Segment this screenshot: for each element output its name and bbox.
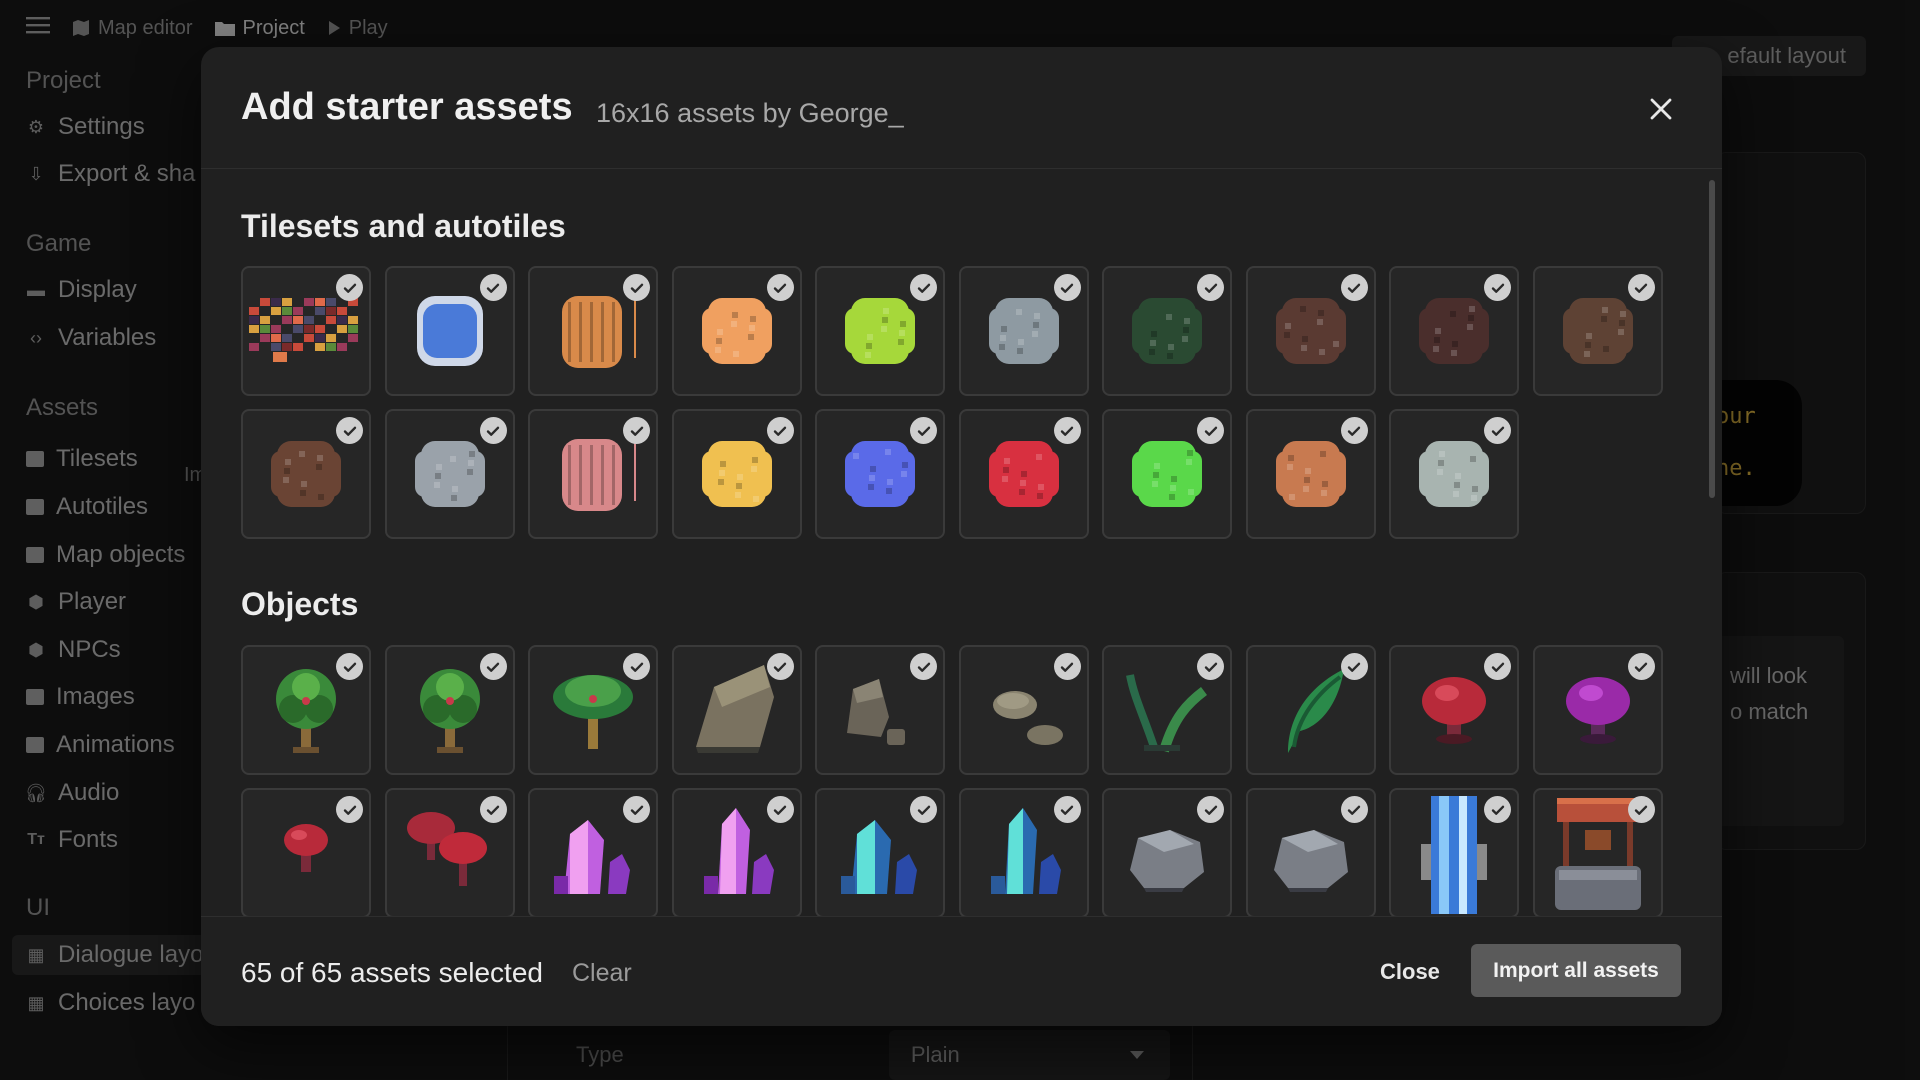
tileset-sand-orange[interactable]	[671, 266, 802, 396]
checkmark-icon	[623, 274, 650, 301]
objects-heading: Objects	[241, 586, 359, 622]
checkmark-icon	[1627, 796, 1655, 823]
object-crystal-pink-2[interactable]	[671, 788, 802, 916]
checkmark-icon	[1484, 653, 1511, 680]
object-waterfall[interactable]	[1389, 788, 1519, 916]
tileset-cobble-orange[interactable]	[1245, 409, 1376, 539]
checkmark-icon	[1340, 417, 1368, 444]
checkmark-icon	[336, 653, 363, 680]
checkmark-icon	[1340, 796, 1368, 823]
tileset-grass-dark[interactable]	[1102, 266, 1232, 396]
tileset-stone-grey[interactable]	[958, 266, 1089, 396]
close-button[interactable]: Close	[1380, 959, 1440, 985]
tileset-pink-fence[interactable]	[528, 409, 658, 539]
object-crystal-teal-2[interactable]	[958, 788, 1089, 916]
object-plant-leaf[interactable]	[1245, 645, 1376, 775]
object-mushroom-red[interactable]	[1389, 645, 1519, 775]
tileset-tileset-sheet[interactable]	[241, 266, 371, 396]
scrollbar[interactable]	[1709, 180, 1715, 498]
object-palm-tree-1[interactable]	[241, 645, 371, 775]
clear-button[interactable]: Clear	[572, 959, 632, 988]
checkmark-icon	[766, 796, 794, 823]
tileset-grid	[241, 266, 1663, 539]
object-mushroom-small-red[interactable]	[241, 788, 371, 916]
object-boulder-grey-1[interactable]	[1102, 788, 1232, 916]
tileset-lava-red[interactable]	[958, 409, 1089, 539]
object-grid	[241, 645, 1663, 916]
tileset-water[interactable]	[384, 266, 515, 396]
checkmark-icon	[910, 653, 937, 680]
object-mushroom-pair-red[interactable]	[384, 788, 515, 916]
tileset-water-blue[interactable]	[815, 409, 945, 539]
checkmark-icon	[1053, 796, 1081, 823]
checkmark-icon	[766, 274, 794, 301]
object-boulder-grey-2[interactable]	[1245, 788, 1376, 916]
checkmark-icon	[1053, 653, 1081, 680]
checkmark-icon	[623, 796, 650, 823]
object-well[interactable]	[1532, 788, 1663, 916]
checkmark-icon	[1340, 653, 1368, 680]
object-crystal-teal-1[interactable]	[815, 788, 945, 916]
checkmark-icon	[1197, 653, 1224, 680]
tileset-soil-brown[interactable]	[241, 409, 371, 539]
checkmark-icon	[623, 653, 650, 680]
object-palm-tree-2[interactable]	[384, 645, 515, 775]
checkmark-icon	[1197, 796, 1224, 823]
checkmark-icon	[1053, 417, 1081, 444]
add-starter-assets-dialog: Add starter assets 16x16 assets by Georg…	[201, 47, 1722, 1026]
checkmark-icon	[623, 417, 650, 444]
checkmark-icon	[766, 417, 794, 444]
checkmark-icon	[1484, 796, 1511, 823]
close-icon[interactable]	[1641, 89, 1681, 129]
checkmark-icon	[336, 417, 363, 444]
dialog-subtitle: 16x16 assets by George_	[596, 98, 904, 128]
tileset-gravel-grey[interactable]	[384, 409, 515, 539]
tileset-wood-fence[interactable]	[528, 266, 658, 396]
dialog-title: Add starter assets	[241, 86, 573, 128]
object-palm-tree-3[interactable]	[528, 645, 658, 775]
dialog-body[interactable]: Tilesets and autotiles Objects	[201, 170, 1722, 916]
tileset-grass-green[interactable]	[1102, 409, 1232, 539]
dialog-footer: 65 of 65 assets selected Clear Close Imp…	[201, 916, 1722, 1026]
checkmark-icon	[1197, 274, 1224, 301]
tilesets-heading: Tilesets and autotiles	[241, 208, 566, 244]
object-rock-medium[interactable]	[815, 645, 945, 775]
checkmark-icon	[1627, 653, 1655, 680]
checkmark-icon	[479, 796, 507, 823]
tileset-dirt-dark[interactable]	[1245, 266, 1376, 396]
import-all-button[interactable]: Import all assets	[1471, 944, 1681, 997]
object-rock-large[interactable]	[671, 645, 802, 775]
checkmark-icon	[1197, 417, 1224, 444]
checkmark-icon	[1484, 274, 1511, 301]
checkmark-icon	[336, 274, 363, 301]
object-mushroom-purple[interactable]	[1532, 645, 1663, 775]
object-plant-sprout[interactable]	[1102, 645, 1232, 775]
checkmark-icon	[910, 274, 937, 301]
checkmark-icon	[1053, 274, 1081, 301]
checkmark-icon	[1340, 274, 1368, 301]
checkmark-icon	[910, 796, 937, 823]
object-rock-small[interactable]	[958, 645, 1089, 775]
object-crystal-pink-1[interactable]	[528, 788, 658, 916]
dialog-header: Add starter assets 16x16 assets by Georg…	[201, 47, 1722, 169]
tileset-dirt-dark-small[interactable]	[1389, 266, 1519, 396]
checkmark-icon	[910, 417, 937, 444]
checkmark-icon	[1627, 274, 1655, 301]
checkmark-icon	[479, 417, 507, 444]
selected-count: 65 of 65 assets selected	[241, 957, 543, 988]
tileset-sand-yellow[interactable]	[671, 409, 802, 539]
checkmark-icon	[479, 653, 507, 680]
tileset-grass-light[interactable]	[815, 266, 945, 396]
checkmark-icon	[336, 796, 363, 823]
checkmark-icon	[1484, 417, 1511, 444]
checkmark-icon	[479, 274, 507, 301]
tileset-cobble-grey[interactable]	[1389, 409, 1519, 539]
checkmark-icon	[766, 653, 794, 680]
tileset-dirt-brown[interactable]	[1532, 266, 1663, 396]
